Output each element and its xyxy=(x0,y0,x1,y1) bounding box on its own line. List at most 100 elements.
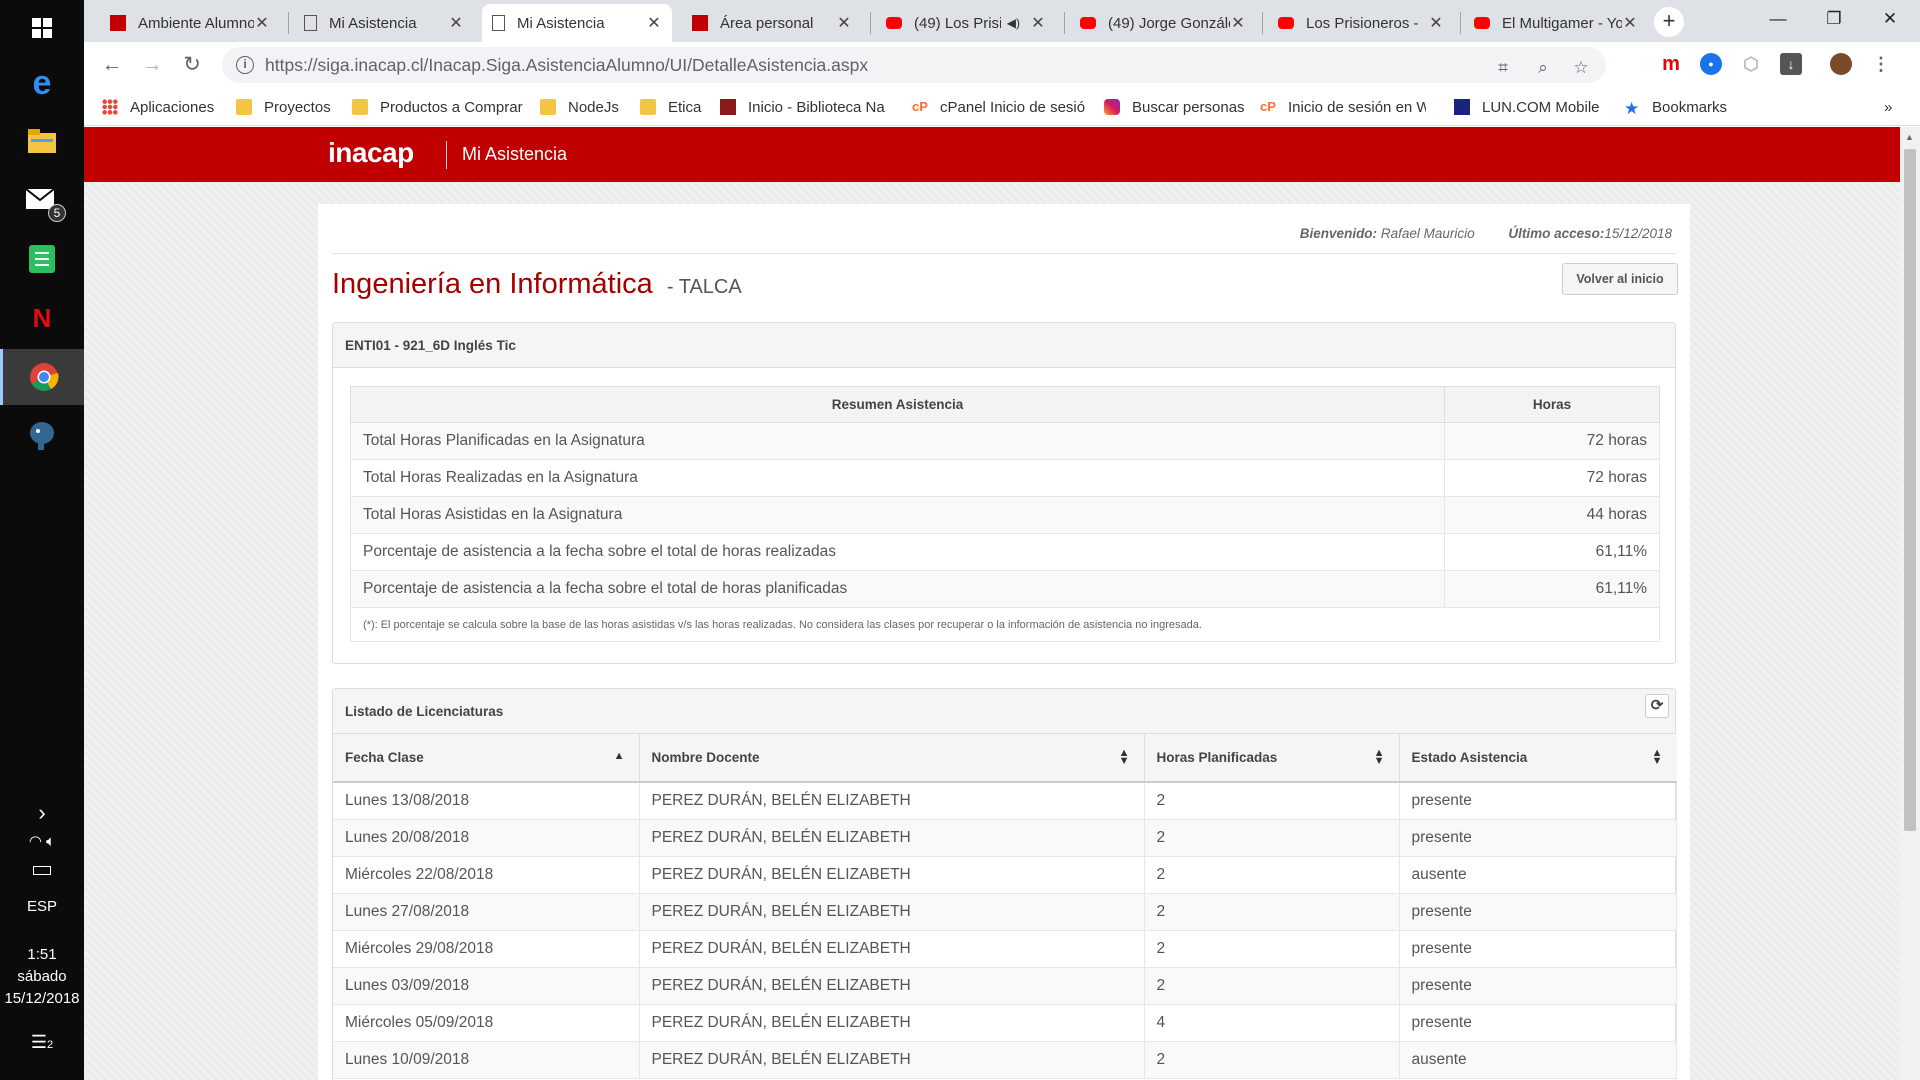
info-icon[interactable]: i xyxy=(236,56,254,74)
bookmark-etica[interactable]: Etica xyxy=(640,94,701,120)
taskbar-netflix[interactable]: N xyxy=(0,290,84,346)
clock-time[interactable]: 1:51 xyxy=(0,946,84,963)
bookmark-cpanel[interactable]: cP cPanel Inicio de sesió xyxy=(912,94,1088,120)
tab-strip: Ambiente Alumno ✕ Mi Asistencia ✕ Mi Asi… xyxy=(84,0,1920,42)
close-window-button[interactable]: ✕ xyxy=(1862,0,1918,40)
maximize-button[interactable]: ❐ xyxy=(1806,0,1862,40)
taskbar-evernote[interactable] xyxy=(0,231,84,287)
refresh-icon: ⟳ xyxy=(1650,697,1664,714)
bookmark-nodejs[interactable]: NodeJs xyxy=(540,94,619,120)
taskbar-mail[interactable]: 5 xyxy=(0,172,84,228)
bookmarks-overflow-icon[interactable]: » xyxy=(1884,94,1892,120)
col-nombre-docente[interactable]: Nombre Docente ▲ ▼ xyxy=(639,734,1145,783)
edge-icon: e xyxy=(32,63,52,102)
close-icon[interactable]: ✕ xyxy=(1622,13,1638,33)
bookmark-buscar-personas[interactable]: Buscar personas xyxy=(1104,94,1245,120)
extension-blue-icon[interactable]: ● xyxy=(1700,53,1722,75)
chevron-up-icon[interactable]: › xyxy=(0,800,84,826)
cpanel-icon: cP xyxy=(1260,99,1276,114)
extension-shield-icon[interactable]: ⬡ xyxy=(1740,53,1762,75)
taskbar-pgadmin[interactable] xyxy=(0,408,84,464)
taskbar-file-explorer[interactable] xyxy=(0,113,84,169)
windows-logo-icon xyxy=(32,18,52,38)
bookmark-star-icon[interactable]: ☆ xyxy=(1570,57,1592,79)
network-volume-icons[interactable]: ◠ 🔈︎ xyxy=(0,832,84,850)
back-to-home-button[interactable]: Volver al inicio xyxy=(1562,263,1678,295)
menu-dots-icon[interactable]: ⋮ xyxy=(1870,53,1892,75)
taskbar-chrome[interactable] xyxy=(0,349,84,405)
url-text[interactable]: https://siga.inacap.cl/Inacap.Siga.Asist… xyxy=(265,55,868,76)
sort-icon[interactable]: ▲ ▼ xyxy=(1652,748,1663,767)
page-icon xyxy=(304,15,317,31)
translate-icon[interactable]: ⌗ xyxy=(1492,57,1514,79)
tab-5[interactable]: (49) Jorge González ✕ xyxy=(1070,4,1256,42)
sort-asc-icon[interactable]: ▲ xyxy=(614,751,625,762)
scrollbar-thumb[interactable] xyxy=(1904,149,1916,831)
tab-2-active[interactable]: Mi Asistencia ✕ xyxy=(482,4,672,42)
clock-day[interactable]: sábado xyxy=(0,968,84,985)
minimize-button[interactable]: — xyxy=(1750,0,1806,40)
close-icon[interactable]: ✕ xyxy=(646,13,662,33)
bookmark-inicio-sesion[interactable]: cP Inicio de sesión en W xyxy=(1260,94,1426,120)
bookmark-bookmarks[interactable]: ★ Bookmarks xyxy=(1624,94,1727,120)
tab-3[interactable]: Área personal ✕ xyxy=(682,4,862,42)
tab-7[interactable]: El Multigamer - YouTube ✕ xyxy=(1464,4,1648,42)
tab-label: Los Prisioneros - xyxy=(1306,14,1419,32)
close-icon[interactable]: ✕ xyxy=(1230,13,1246,33)
close-icon[interactable]: ✕ xyxy=(1030,13,1046,33)
tab-1[interactable]: Mi Asistencia ✕ xyxy=(294,4,474,42)
language-indicator[interactable]: ESP xyxy=(0,898,84,915)
inacap-icon xyxy=(110,15,126,31)
table-row: Lunes 20/08/2018 PEREZ DURÁN, BELÉN ELIZ… xyxy=(333,819,1677,857)
sort-icon[interactable]: ▲ ▼ xyxy=(1119,748,1130,767)
close-icon[interactable]: ✕ xyxy=(254,13,270,33)
bookmark-productos[interactable]: Productos a Comprar xyxy=(352,94,523,120)
app-title[interactable]: Mi Asistencia xyxy=(462,144,567,165)
col-fecha-clase[interactable]: Fecha Clase ▲ xyxy=(333,734,640,783)
tab-6[interactable]: Los Prisioneros - ✕ xyxy=(1268,4,1454,42)
col-horas-planificadas[interactable]: Horas Planificadas ▲ ▼ xyxy=(1144,734,1400,783)
bookmark-lun[interactable]: LUN.COM Mobile xyxy=(1454,94,1600,120)
apps-icon xyxy=(102,99,118,115)
close-icon[interactable]: ✕ xyxy=(448,13,464,33)
battery-icon[interactable] xyxy=(0,862,84,879)
reload-icon[interactable]: ↻ xyxy=(178,51,206,79)
back-arrow-icon[interactable]: ← xyxy=(98,51,126,79)
summary-header-resumen: Resumen Asistencia xyxy=(350,386,1445,423)
bookmark-proyectos[interactable]: Proyectos xyxy=(236,94,331,120)
bookmark-biblioteca[interactable]: Inicio - Biblioteca Na xyxy=(720,94,895,120)
tab-0[interactable]: Ambiente Alumno ✕ xyxy=(100,4,280,42)
welcome-line: Bienvenido: Rafael Mauricio Último acces… xyxy=(1299,226,1672,241)
sort-icon[interactable]: ▲ ▼ xyxy=(1374,748,1385,767)
col-estado-asistencia[interactable]: Estado Asistencia ▲ ▼ xyxy=(1399,734,1677,783)
clock-date[interactable]: 15/12/2018 xyxy=(0,990,84,1007)
refresh-button[interactable]: ⟳ xyxy=(1645,694,1669,718)
forward-arrow-icon[interactable]: → xyxy=(138,51,166,79)
new-tab-button[interactable]: + xyxy=(1654,7,1684,37)
close-icon[interactable]: ✕ xyxy=(1428,13,1444,33)
instagram-icon xyxy=(1104,99,1120,115)
extension-download-icon[interactable]: ↓ xyxy=(1780,53,1802,75)
close-icon[interactable]: ✕ xyxy=(836,13,852,33)
page-title: Ingeniería en Informática - TALCA xyxy=(332,268,742,301)
licenciaturas-panel: Listado de Licenciaturas ⟳ Fecha Clase ▲… xyxy=(332,688,1677,1080)
taskbar-edge[interactable]: e xyxy=(0,55,84,111)
scroll-up-arrow-icon[interactable]: ▲ xyxy=(1905,132,1914,142)
action-center-icon[interactable]: ☰2 xyxy=(0,1032,84,1053)
career-name: Ingeniería en Informática xyxy=(332,268,653,300)
folder-icon xyxy=(28,129,56,153)
extension-m-icon[interactable]: m xyxy=(1660,53,1682,75)
address-bar[interactable]: i https://siga.inacap.cl/Inacap.Siga.Asi… xyxy=(222,47,1606,83)
profile-avatar[interactable] xyxy=(1830,53,1852,75)
inacap-logo[interactable]: inacap xyxy=(328,137,414,169)
inacap-icon xyxy=(692,15,708,31)
start-button[interactable] xyxy=(0,0,84,56)
page-scrollbar[interactable]: ▲ xyxy=(1900,127,1920,1080)
zoom-icon[interactable]: ⌕ xyxy=(1532,57,1554,79)
audio-playing-icon[interactable]: ◀︎) xyxy=(1007,16,1020,30)
bookmark-apps[interactable]: Aplicaciones xyxy=(102,94,214,120)
tab-4[interactable]: (49) Los Prisioneros ◀︎) ✕ xyxy=(876,4,1056,42)
browser-toolbar: ← → ↻ i https://siga.inacap.cl/Inacap.Si… xyxy=(84,42,1920,88)
mail-badge: 5 xyxy=(48,204,66,222)
summary-row: Total Horas Planificadas en la Asignatur… xyxy=(350,422,1660,460)
